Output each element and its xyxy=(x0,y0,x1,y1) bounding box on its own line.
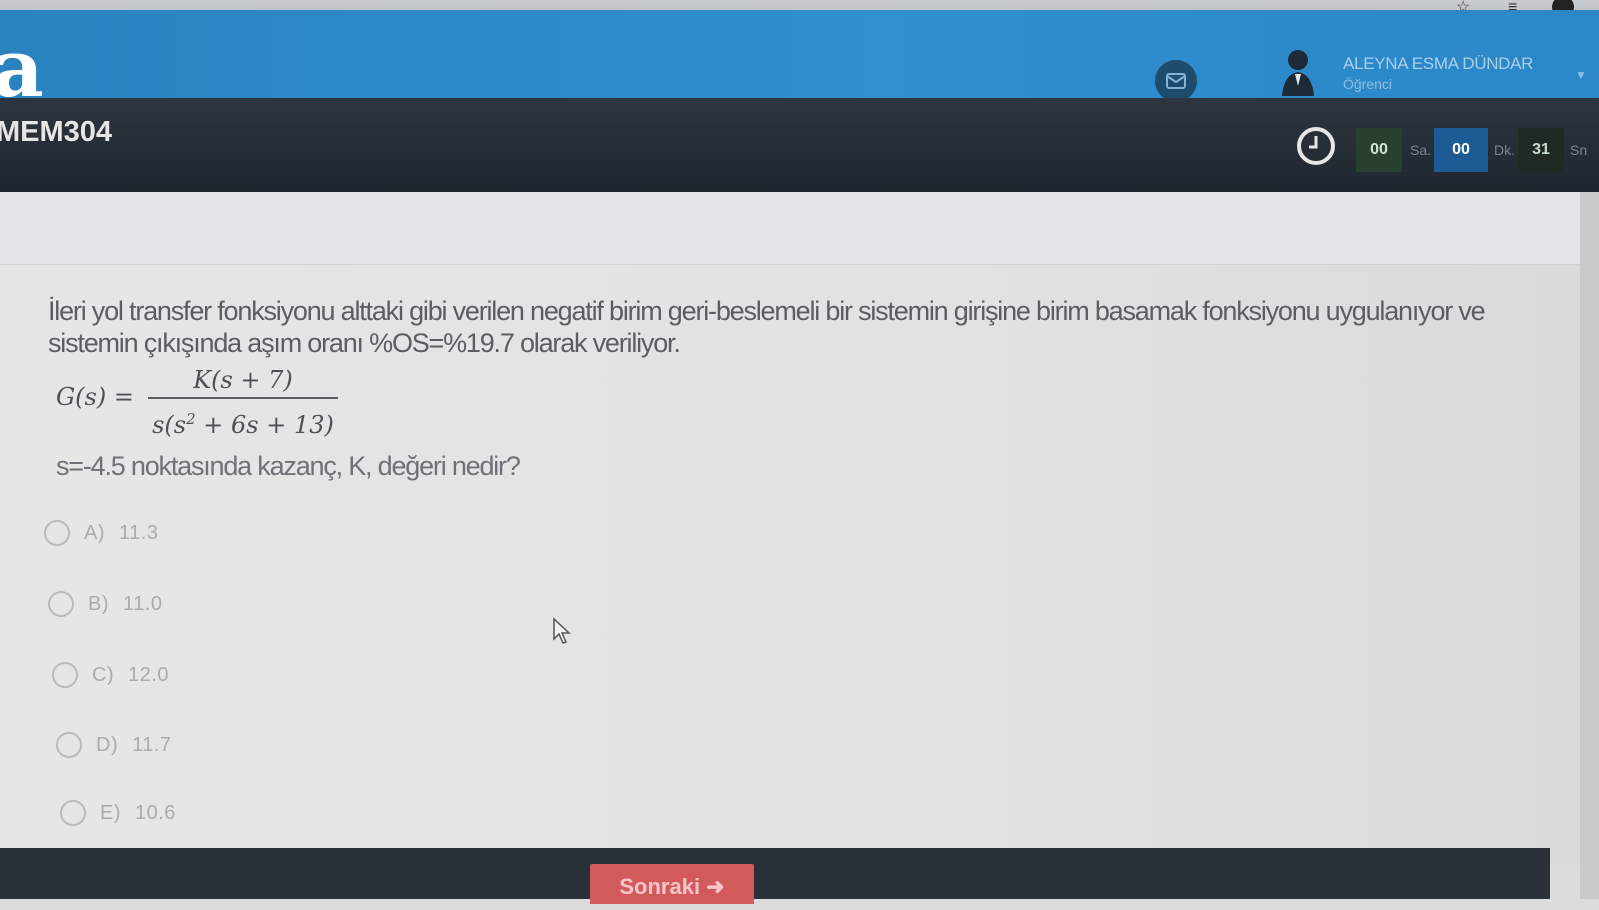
formula-denominator-pre: s(s xyxy=(152,411,187,439)
user-avatar[interactable] xyxy=(1280,46,1316,96)
formula-denominator: s(s2 + 6s + 13) xyxy=(148,399,338,439)
user-role: Öğrenci xyxy=(1343,76,1393,92)
option-value: 10.6 xyxy=(135,801,176,824)
option-letter: D) xyxy=(96,733,119,756)
option-a[interactable]: A) 11.3 xyxy=(44,518,158,548)
messages-button[interactable] xyxy=(1155,60,1197,102)
option-value: 12.0 xyxy=(128,663,170,686)
option-a-radio[interactable] xyxy=(44,520,70,546)
user-name[interactable]: ALEYNA ESMA DÜNDAR xyxy=(1343,54,1533,74)
formula-fraction: K(s + 7) s(s2 + 6s + 13) xyxy=(148,363,338,439)
timer-hours-unit: Sa. xyxy=(1410,142,1432,158)
page-edge xyxy=(1580,192,1599,899)
formula-denominator-exp: 2 xyxy=(186,410,196,428)
option-value: 11.3 xyxy=(119,521,159,544)
course-code: MEM304 xyxy=(0,116,113,148)
question-header-band xyxy=(0,192,1599,265)
chevron-down-icon[interactable]: ▼ xyxy=(1575,68,1587,82)
option-d-radio[interactable] xyxy=(56,732,82,758)
option-e[interactable]: E) 10.6 xyxy=(60,798,176,828)
navigation-bar xyxy=(0,848,1550,899)
timer-minutes-unit: Dk. xyxy=(1494,142,1515,158)
next-button[interactable]: Sonraki ➜ xyxy=(590,864,754,904)
timer-minutes: 00 xyxy=(1434,128,1488,172)
question-card: İleri yol transfer fonksiyonu alttaki gi… xyxy=(0,265,1580,865)
timer-seconds: 31 xyxy=(1518,128,1564,172)
site-header: a ALEYNA ESMA DÜNDAR Öğrenci ▼ xyxy=(0,10,1599,108)
mail-icon xyxy=(1166,73,1186,89)
option-letter: A) xyxy=(84,521,105,544)
option-c[interactable]: C) 12.0 xyxy=(52,660,169,690)
clock-icon xyxy=(1297,127,1335,165)
timer-seconds-unit: Sn xyxy=(1570,142,1588,158)
option-d[interactable]: D) 11.7 xyxy=(56,730,172,760)
formula-numerator: K(s + 7) xyxy=(148,363,338,399)
mouse-cursor-icon xyxy=(553,617,571,644)
option-e-radio[interactable] xyxy=(60,800,86,826)
option-b[interactable]: B) 11.0 xyxy=(48,589,162,619)
timer-hours: 00 xyxy=(1356,128,1402,172)
option-value: 11.7 xyxy=(132,733,172,756)
option-letter: B) xyxy=(88,592,109,615)
option-b-radio[interactable] xyxy=(48,591,74,617)
option-value: 11.0 xyxy=(123,592,163,615)
site-logo[interactable]: a xyxy=(0,28,44,108)
formula-lhs: G(s) = xyxy=(56,383,134,411)
question-text: İleri yol transfer fonksiyonu alttaki gi… xyxy=(48,296,1486,358)
sub-question: s=-4.5 noktasında kazanç, K, değeri nedi… xyxy=(56,451,521,481)
course-bar: MEM304 00 Sa. 00 Dk. 31 Sn xyxy=(0,98,1599,192)
option-letter: C) xyxy=(92,663,115,686)
option-c-radio[interactable] xyxy=(52,662,78,688)
option-letter: E) xyxy=(100,801,121,824)
formula-denominator-post: + 6s + 13) xyxy=(195,411,334,439)
